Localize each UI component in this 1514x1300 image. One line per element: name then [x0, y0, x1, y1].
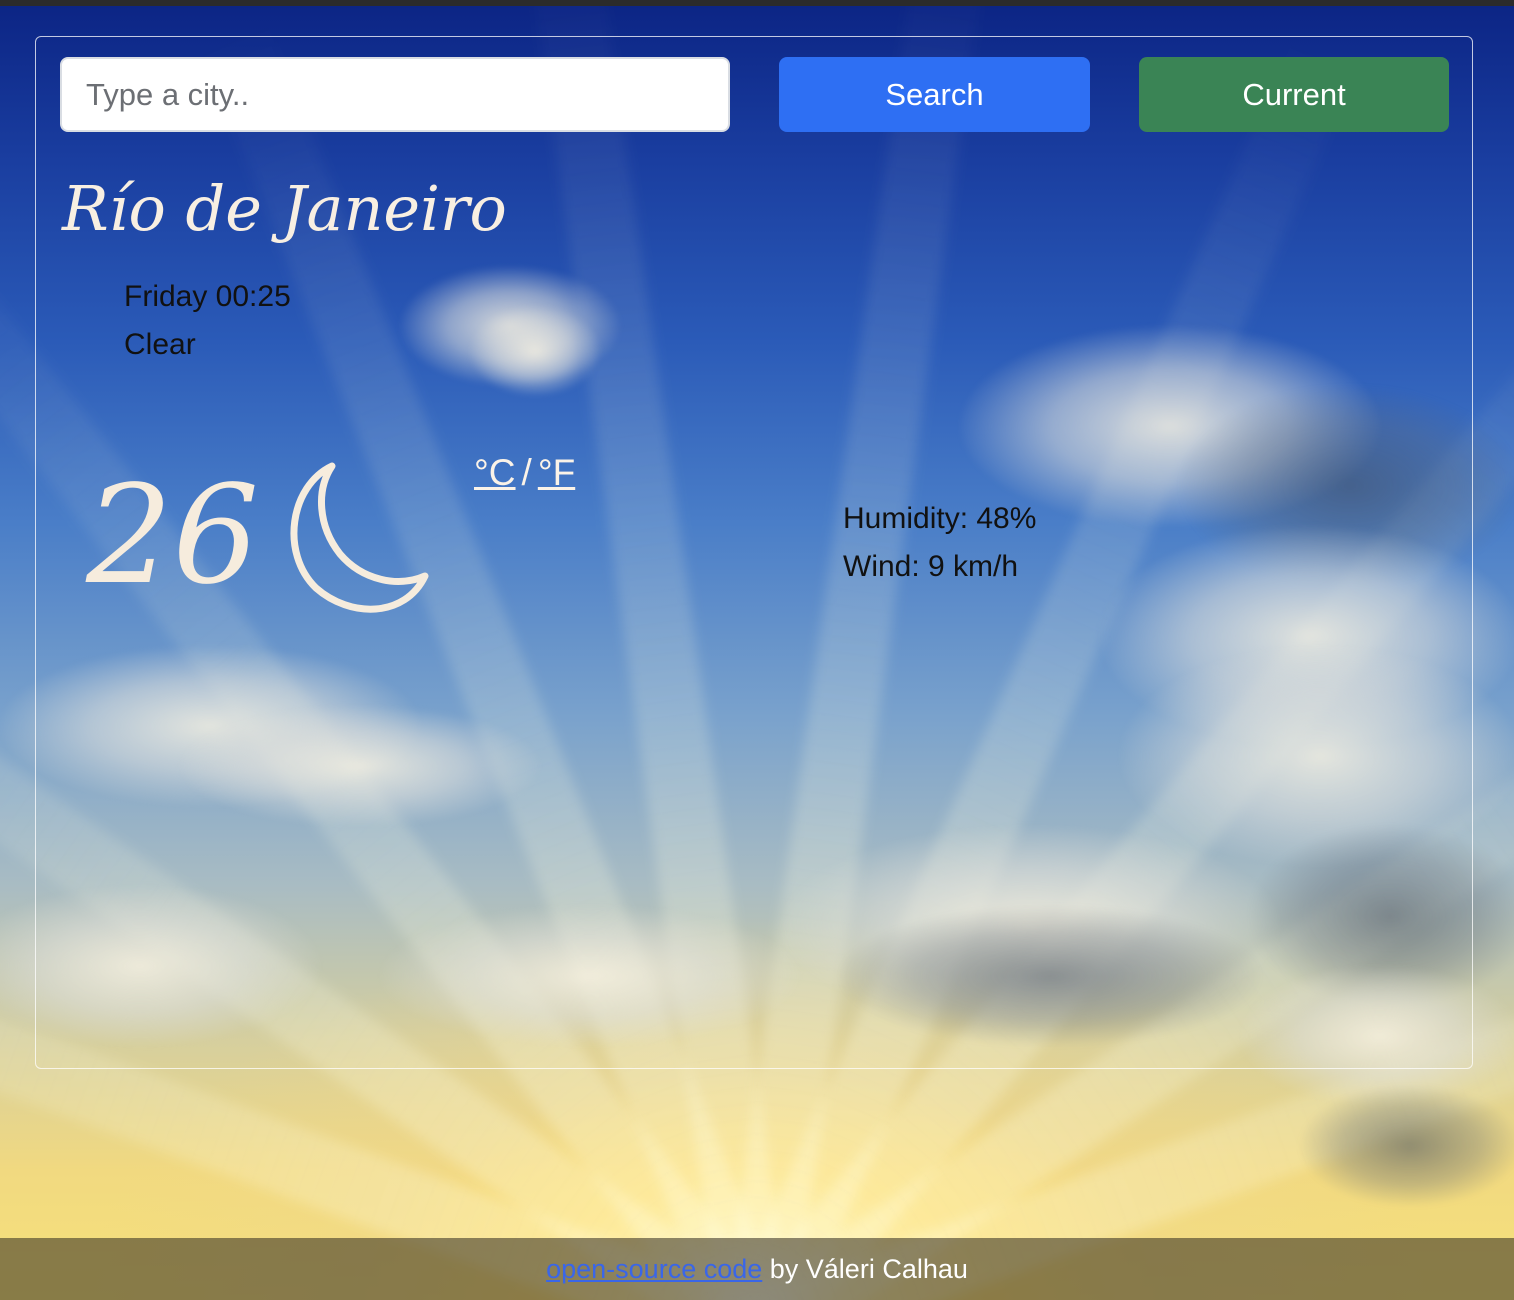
current-location-button[interactable]: Current	[1139, 57, 1449, 132]
humidity-text: Humidity: 48%	[843, 502, 1037, 535]
weather-description: Clear	[124, 328, 196, 361]
wind-text: Wind: 9 km/h	[843, 550, 1019, 583]
moon-icon	[290, 462, 429, 613]
city-search-input[interactable]	[60, 57, 730, 132]
unit-toggle: °C / °F	[474, 452, 575, 494]
temperature-value: 26	[86, 457, 260, 615]
open-source-link[interactable]: open-source code	[546, 1254, 762, 1284]
search-button[interactable]: Search	[779, 57, 1090, 132]
unit-separator: /	[521, 452, 532, 493]
city-name: Río de Janeiro	[62, 172, 507, 245]
footer-author: by Váleri Calhau	[762, 1254, 968, 1284]
date-time: Friday 00:25	[124, 280, 291, 313]
footer: open-source code by Váleri Calhau	[0, 1238, 1514, 1300]
fahrenheit-link[interactable]: °F	[538, 452, 575, 493]
celsius-link[interactable]: °C	[474, 452, 516, 493]
